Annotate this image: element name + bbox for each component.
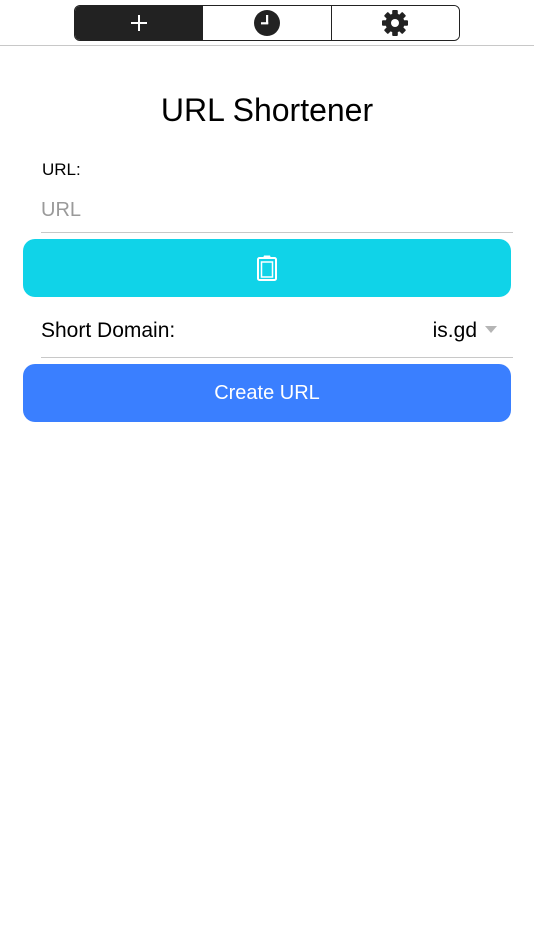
short-domain-value: is.gd bbox=[432, 319, 477, 342]
tab-settings[interactable] bbox=[331, 6, 459, 40]
plus-icon bbox=[130, 15, 147, 31]
page-title: URL Shortener bbox=[160, 92, 374, 128]
clipboard-icon bbox=[257, 255, 277, 281]
gear-icon bbox=[382, 10, 409, 36]
short-domain-select[interactable]: is.gd bbox=[433, 319, 513, 343]
clock-icon bbox=[253, 10, 280, 36]
create-url-button[interactable]: Create URL bbox=[23, 364, 511, 422]
url-label: URL: bbox=[42, 160, 81, 179]
paste-button[interactable] bbox=[23, 239, 511, 297]
top-bar bbox=[0, 0, 534, 46]
tab-history[interactable] bbox=[203, 6, 332, 40]
view-switcher bbox=[74, 5, 460, 41]
short-domain-row: Short Domain: is.gd bbox=[41, 305, 513, 358]
chevron-down-icon bbox=[485, 325, 497, 333]
tab-create[interactable] bbox=[75, 6, 204, 40]
url-input[interactable] bbox=[41, 188, 513, 233]
short-domain-label: Short Domain: bbox=[41, 319, 176, 342]
